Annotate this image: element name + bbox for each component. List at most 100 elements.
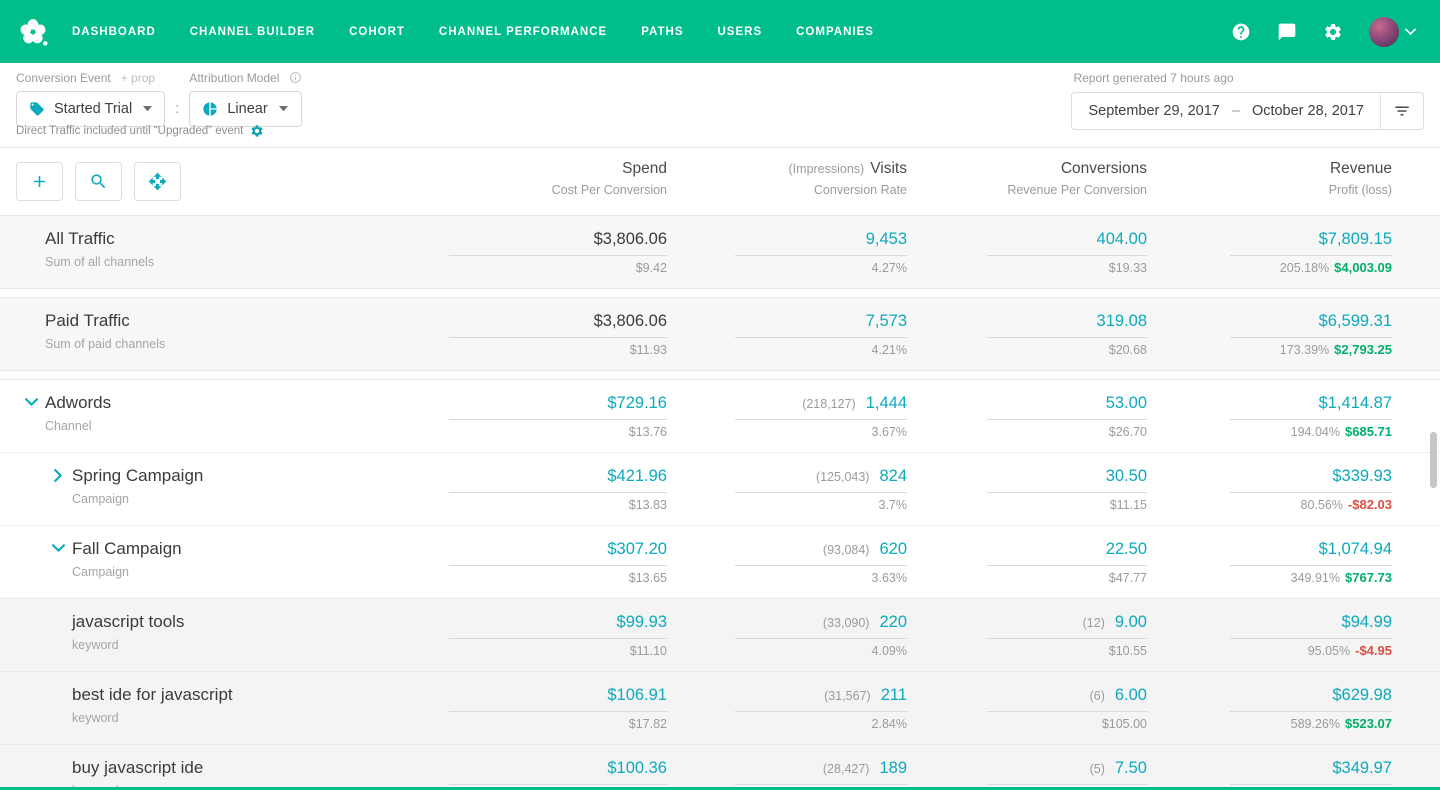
visits-value[interactable]: (218,127)1,444 (735, 393, 907, 420)
cost-per-conversion-value: $17.82 (629, 717, 667, 731)
move-button[interactable] (134, 162, 181, 201)
date-start[interactable]: September 29, 2017 (1088, 103, 1219, 119)
conversion-event-value: Started Trial (54, 101, 132, 117)
row-subtitle: Campaign (72, 565, 182, 579)
gear-icon[interactable] (1323, 22, 1343, 42)
spend-value[interactable]: $99.93 (449, 612, 667, 639)
conversions-value[interactable]: 319.08 (987, 311, 1147, 338)
expand-chevron-icon[interactable] (52, 466, 72, 480)
spend-value[interactable]: $100.36 (449, 758, 667, 785)
conversions-value[interactable]: (12)9.00 (987, 612, 1147, 639)
spend-cell: $100.36 $13.38 (442, 758, 667, 790)
spend-cell: $106.91 $17.82 (442, 685, 667, 731)
revenue-value[interactable]: $1,414.87 (1230, 393, 1392, 420)
spend-value[interactable]: $3,806.06 (449, 311, 667, 338)
visits-value[interactable]: (33,090)220 (735, 612, 907, 639)
row-subtitle: Campaign (72, 492, 203, 506)
spend-value[interactable]: $421.96 (449, 466, 667, 493)
table-row[interactable]: Paid Traffic Sum of paid channels $3,806… (0, 297, 1440, 371)
plus-icon (30, 172, 49, 191)
spend-value[interactable]: $307.20 (449, 539, 667, 566)
nav-item-paths[interactable]: PATHS (641, 26, 683, 38)
spend-cell: $307.20 $13.65 (442, 539, 667, 585)
column-header-spend: Spend Cost Per Conversion (442, 160, 667, 201)
visits-value[interactable]: (31,567)211 (735, 685, 907, 712)
nav-item-dashboard[interactable]: DASHBOARD (72, 26, 156, 38)
table-row[interactable]: Spring Campaign Campaign $421.96 $13.83 … (0, 452, 1440, 525)
avatar[interactable] (1369, 17, 1399, 47)
conversions-value[interactable]: 22.50 (987, 539, 1147, 566)
table-row[interactable]: Adwords Channel $729.16 $13.76 (218,127)… (0, 379, 1440, 452)
move-icon (148, 172, 167, 191)
nav-item-channel-performance[interactable]: CHANNEL PERFORMANCE (439, 26, 607, 38)
date-range-picker[interactable]: September 29, 2017 – October 28, 2017 (1071, 92, 1424, 130)
settings-gear-icon[interactable] (250, 124, 264, 138)
date-options-button[interactable] (1381, 93, 1423, 129)
search-icon (89, 172, 108, 191)
revenue-value[interactable]: $94.99 (1230, 612, 1392, 639)
help-icon[interactable] (1231, 22, 1251, 42)
conversions-value[interactable]: (5)7.50 (987, 758, 1147, 785)
revenue-per-conversion-value: $26.70 (1109, 425, 1147, 439)
revenue-value[interactable]: $1,074.94 (1230, 539, 1392, 566)
conversions-value[interactable]: 30.50 (987, 466, 1147, 493)
date-end[interactable]: October 28, 2017 (1252, 103, 1364, 119)
account-menu[interactable] (1369, 17, 1416, 47)
profit-percent-value: 80.56% (1301, 498, 1343, 512)
spend-value[interactable]: $106.91 (449, 685, 667, 712)
conversions-cell: 53.00 $26.70 (907, 393, 1147, 439)
revenue-value[interactable]: $349.97 (1230, 758, 1392, 785)
table-header: Spend Cost Per Conversion (Impressions)V… (0, 148, 1440, 215)
nav-item-cohort[interactable]: COHORT (349, 26, 405, 38)
table-row[interactable]: buy javascript ide keyword $100.36 $13.3… (0, 744, 1440, 790)
visits-value[interactable]: (28,427)189 (735, 758, 907, 785)
table-row[interactable]: best ide for javascript keyword $106.91 … (0, 671, 1440, 744)
info-icon[interactable] (289, 71, 302, 84)
conversions-value[interactable]: (6)6.00 (987, 685, 1147, 712)
app-logo[interactable] (16, 15, 50, 49)
chat-icon[interactable] (1277, 22, 1297, 42)
nav-item-companies[interactable]: COMPANIES (796, 26, 874, 38)
profit-line: 589.26%$523.07 (1291, 717, 1392, 731)
search-button[interactable] (75, 162, 122, 201)
revenue-value[interactable]: $7,809.15 (1230, 229, 1392, 256)
add-channel-button[interactable] (16, 162, 63, 201)
profit-percent-value: 205.18% (1280, 261, 1329, 275)
nav-item-channel-builder[interactable]: CHANNEL BUILDER (190, 26, 315, 38)
tag-icon (29, 101, 45, 117)
conversions-value[interactable]: 404.00 (987, 229, 1147, 256)
revenue-value[interactable]: $6,599.31 (1230, 311, 1392, 338)
revenue-cell: $1,414.87 194.04%$685.71 (1147, 393, 1392, 439)
visits-value[interactable]: 9,453 (735, 229, 907, 256)
revenue-value[interactable]: $339.93 (1230, 466, 1392, 493)
vertical-scrollbar[interactable] (1430, 432, 1437, 488)
row-title: Spring Campaign (72, 466, 203, 486)
expand-chevron-icon[interactable] (52, 539, 72, 553)
table-row[interactable]: All Traffic Sum of all channels $3,806.0… (0, 215, 1440, 289)
profit-value: $767.73 (1345, 571, 1392, 585)
revenue-value[interactable]: $629.98 (1230, 685, 1392, 712)
expand-chevron-icon[interactable] (25, 393, 45, 407)
table-row[interactable]: javascript tools keyword $99.93 $11.10 (… (0, 598, 1440, 671)
row-subtitle: Sum of all channels (45, 255, 154, 269)
conversions-value[interactable]: 53.00 (987, 393, 1147, 420)
profit-line: 95.05%-$4.95 (1308, 644, 1392, 658)
conversion-rate-value: 3.67% (872, 425, 907, 439)
attribution-model-dropdown[interactable]: Linear (189, 91, 302, 127)
visits-value[interactable]: 7,573 (735, 311, 907, 338)
nav-item-users[interactable]: USERS (718, 26, 763, 38)
row-name-cell: All Traffic Sum of all channels (16, 229, 442, 275)
spend-value[interactable]: $729.16 (449, 393, 667, 420)
table-row[interactable]: Fall Campaign Campaign $307.20 $13.65 (9… (0, 525, 1440, 598)
profit-value: -$82.03 (1348, 498, 1392, 512)
spend-value[interactable]: $3,806.06 (449, 229, 667, 256)
column-header-visits: (Impressions)Visits Conversion Rate (667, 160, 907, 201)
conversion-rate-value: 4.09% (872, 644, 907, 658)
cost-per-conversion-value: $13.65 (629, 571, 667, 585)
visits-value[interactable]: (125,043)824 (735, 466, 907, 493)
report-generated-label: Report generated 7 hours ago (1071, 71, 1233, 85)
add-prop-button[interactable]: + prop (121, 71, 155, 85)
visits-cell: (93,084)620 3.63% (667, 539, 907, 585)
visits-value[interactable]: (93,084)620 (735, 539, 907, 566)
conversion-event-dropdown[interactable]: Started Trial (16, 91, 165, 127)
